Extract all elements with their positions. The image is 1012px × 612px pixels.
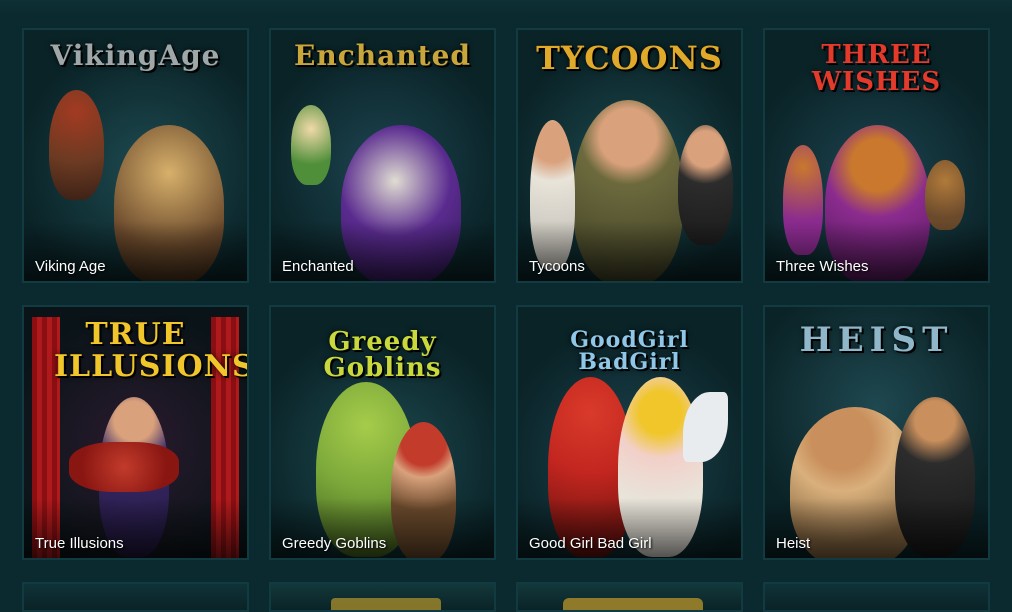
top-bar: [0, 0, 1012, 14]
character-figure: [49, 90, 104, 200]
game-thumbnail: VikingAge: [24, 30, 247, 281]
game-tile-true-illusions[interactable]: TRUE ILLUSIONS True Illusions: [22, 305, 249, 560]
game-logo: TYCOONS: [536, 39, 723, 77]
game-logo: GoodGirl BadGirl: [570, 327, 689, 375]
game-thumbnail: TYCOONS: [518, 30, 741, 281]
game-thumbnail: Enchanted: [271, 30, 494, 281]
game-title: Three Wishes: [776, 258, 869, 275]
game-logo: THREE WISHES: [811, 40, 942, 98]
game-title: Viking Age: [35, 258, 106, 275]
character-figure: [291, 105, 331, 185]
game-logo: TRUE ILLUSIONS: [54, 317, 247, 384]
game-tile-greedy-goblins[interactable]: Greedy Goblins Greedy Goblins: [269, 305, 496, 560]
game-thumbnail: [24, 584, 247, 610]
game-title: Heist: [776, 535, 811, 552]
character-figure: [925, 160, 965, 230]
game-tile-heist[interactable]: HEIST Heist: [763, 305, 990, 560]
game-tile-viking-age[interactable]: VikingAge Viking Age: [22, 28, 249, 283]
game-tile-enchanted[interactable]: Enchanted Enchanted: [269, 28, 496, 283]
game-title: Tycoons: [529, 258, 585, 275]
game-thumbnail: GoodGirl BadGirl: [518, 307, 741, 558]
game-logo: Enchanted: [294, 39, 471, 72]
game-title: True Illusions: [35, 535, 124, 552]
game-logo: VikingAge: [50, 39, 221, 72]
game-thumbnail: [518, 584, 741, 610]
game-title: Enchanted: [282, 258, 354, 275]
game-tile-partial[interactable]: [269, 582, 496, 612]
game-tile-good-girl-bad-girl[interactable]: GoodGirl BadGirl Good Girl Bad Girl: [516, 305, 743, 560]
game-thumbnail: THREE WISHES: [765, 30, 988, 281]
game-thumbnail: HEIST: [765, 307, 988, 558]
game-logo: Greedy Goblins: [323, 327, 442, 383]
game-thumbnail: [271, 584, 494, 610]
game-tile-tycoons[interactable]: TYCOONS Tycoons: [516, 28, 743, 283]
games-grid: VikingAge Viking Age Enchanted Enchanted…: [22, 28, 990, 612]
game-thumbnail: TRUE ILLUSIONS: [24, 307, 247, 558]
game-thumbnail: Greedy Goblins: [271, 307, 494, 558]
game-logo: HEIST: [799, 320, 954, 360]
game-tile-three-wishes[interactable]: THREE WISHES Three Wishes: [763, 28, 990, 283]
game-title: Greedy Goblins: [282, 535, 387, 552]
character-figure: [69, 442, 179, 492]
game-tile-partial[interactable]: [22, 582, 249, 612]
game-tile-partial[interactable]: [516, 582, 743, 612]
game-tile-partial[interactable]: [763, 582, 990, 612]
game-title: Good Girl Bad Girl: [529, 535, 652, 552]
game-thumbnail: [765, 584, 988, 610]
